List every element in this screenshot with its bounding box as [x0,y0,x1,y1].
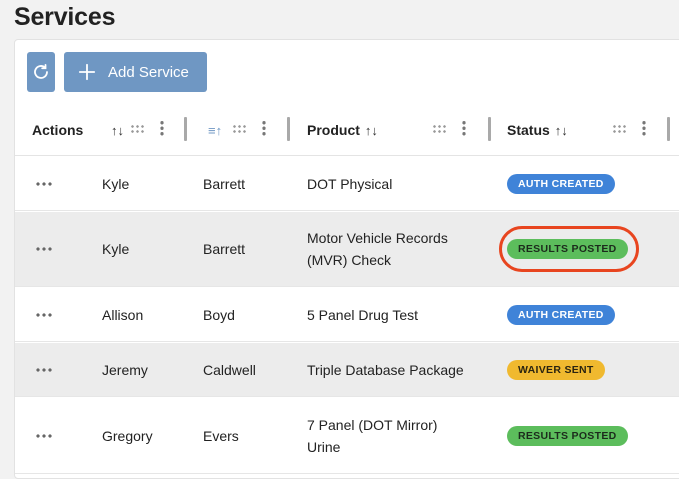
status-cell: AUTH CREATED [507,157,615,210]
add-service-button[interactable]: Add Service [64,52,207,92]
sort-icon[interactable]: ↑↓ [365,123,378,138]
product-cell: 7 Panel (DOT Mirror) Urine [307,416,438,455]
last-name-cell: Barrett [203,175,246,192]
column-menu-icon[interactable] [160,120,164,136]
status-badge: RESULTS POSTED [507,425,628,446]
column-header-actions: Actions [32,122,84,138]
column-menu-icon[interactable] [462,120,466,136]
column-header-last-name[interactable]: ≡↑ [203,104,222,156]
product-cell: DOT Physical [307,175,393,192]
last-name-cell: Boyd [203,306,235,323]
column-menu-icon[interactable] [642,120,646,136]
table-header: Actions ↑↓ ≡↑ Product ↑↓ Status ↑↓ [15,104,679,156]
last-name-cell: Evers [203,427,239,444]
column-header-first-name[interactable]: ↑↓ [106,104,124,156]
status-badge: WAIVER SENT [507,359,605,380]
page-title: Services [14,3,116,31]
table-row[interactable]: Kyle Barrett DOT Physical AUTH CREATED [15,157,679,211]
services-table-card: Add Service Actions ↑↓ ≡↑ Product ↑↓ Sta… [14,39,679,479]
row-actions-icon[interactable] [35,181,53,186]
column-resizer[interactable] [667,117,670,141]
column-header-product[interactable]: Product ↑↓ [307,104,378,156]
table-row[interactable]: Allison Boyd 5 Panel Drug Test AUTH CREA… [15,288,679,342]
sort-asc-icon[interactable]: ≡↑ [208,123,222,138]
status-cell: WAIVER SENT [507,343,605,396]
plus-icon [78,63,96,81]
drag-handle-icon[interactable] [612,124,626,134]
add-service-label: Add Service [108,63,189,81]
table-row[interactable]: Gregory Evers 7 Panel (DOT Mirror) Urine… [15,398,679,474]
status-cell: AUTH CREATED [507,288,615,341]
product-cell: Triple Database Package [307,361,464,378]
toolbar: Add Service [27,52,207,92]
status-badge: AUTH CREATED [507,304,615,325]
sort-icon[interactable]: ↑↓ [555,123,568,138]
column-resizer[interactable] [184,117,187,141]
product-cell: 5 Panel Drug Test [307,306,419,323]
row-actions-icon[interactable] [35,367,53,372]
column-resizer[interactable] [488,117,491,141]
row-actions-icon[interactable] [35,312,53,317]
column-resizer[interactable] [287,117,290,141]
last-name-cell: Caldwell [203,361,256,378]
row-actions-icon[interactable] [35,433,53,438]
drag-handle-icon[interactable] [232,124,246,134]
table-row[interactable]: Jeremy Caldwell Triple Database Package … [15,343,679,397]
first-name-cell: Jeremy [102,361,148,378]
last-name-cell: Barrett [203,241,246,257]
status-cell: RESULTS POSTED [507,212,628,286]
status-badge: AUTH CREATED [507,173,615,194]
drag-handle-icon[interactable] [130,124,144,134]
table-row[interactable]: Kyle Barrett Motor Vehicle Records (MVR)… [15,212,679,287]
refresh-button[interactable] [27,52,55,92]
first-name-cell: Kyle [102,175,130,192]
status-badge: RESULTS POSTED [507,239,628,259]
drag-handle-icon[interactable] [432,124,446,134]
first-name-cell: Allison [102,306,144,323]
column-menu-icon[interactable] [262,120,266,136]
sort-icon[interactable]: ↑↓ [111,123,124,138]
first-name-cell: Gregory [102,427,153,444]
status-cell: RESULTS POSTED [507,398,628,473]
first-name-cell: Kyle [102,241,130,257]
product-cell: Motor Vehicle Records (MVR) Check [307,230,448,268]
row-actions-icon[interactable] [35,247,53,251]
refresh-icon [34,63,48,79]
column-header-status[interactable]: Status ↑↓ [507,104,568,156]
